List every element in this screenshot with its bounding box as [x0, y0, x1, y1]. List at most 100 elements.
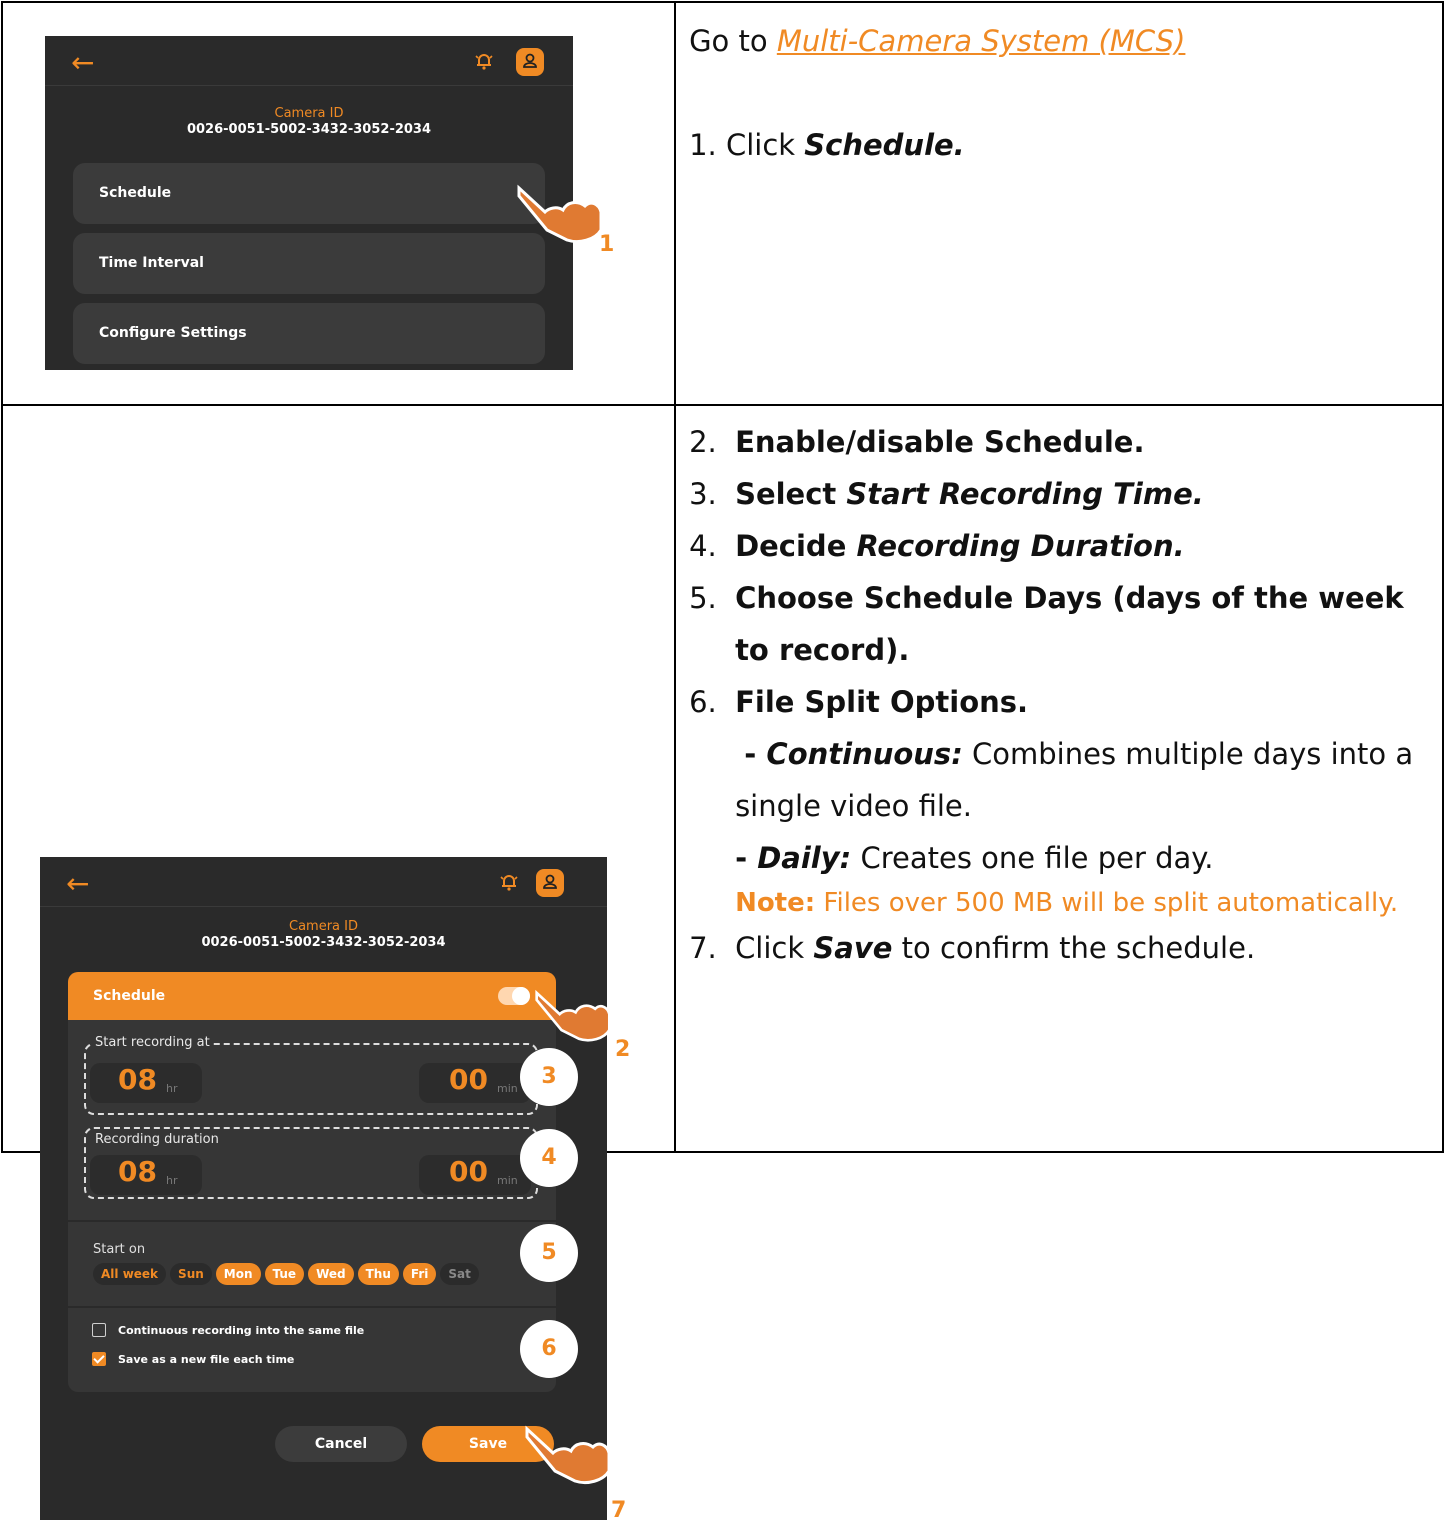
option-daily-description: - Daily: Creates one file per day. [735, 832, 1429, 884]
day-sat[interactable]: Sat [440, 1263, 479, 1285]
minute-unit: min [497, 1082, 518, 1095]
table-row: ← Camera ID 0026-0051-5002-3432-3052-203… [0, 1, 1444, 406]
step-text: Click [735, 931, 814, 965]
user-icon [543, 874, 557, 889]
cancel-button[interactable]: Cancel [275, 1426, 407, 1462]
continuous-checkbox[interactable] [92, 1323, 106, 1337]
top-bar: ← [45, 36, 573, 86]
step-4: 4. Decide Recording Duration. [689, 520, 1429, 572]
step-text: Enable/disable Schedule. [735, 425, 1145, 459]
back-arrow-icon[interactable]: ← [71, 46, 94, 79]
step-marker-3: 3 [520, 1048, 578, 1106]
mcs-link[interactable]: Multi-Camera System (MCS) [777, 24, 1186, 58]
step-number: 2. [689, 425, 717, 459]
note-label: Note: [735, 888, 816, 918]
schedule-card: Schedule Start recording at 08 hr 00 min… [68, 972, 556, 1392]
duration-minute-value: 00 [449, 1155, 488, 1188]
user-icon [523, 53, 537, 68]
hour-unit: hr [166, 1174, 178, 1187]
step-number: 1. [689, 128, 717, 162]
start-hour-value: 08 [118, 1063, 157, 1096]
instruction-text-1: Go to Multi-Camera System (MCS) 1. Click… [689, 15, 1185, 171]
step-target: Save [813, 931, 893, 965]
menu-item-time-interval[interactable]: Time Interval [73, 233, 545, 294]
step-marker-1: 1 [599, 232, 615, 257]
back-arrow-icon[interactable]: ← [66, 867, 89, 900]
day-selector: All week Sun Mon Tue Wed Thu Fri Sat [93, 1263, 479, 1285]
step-3: 3. Select Start Recording Time. [689, 468, 1429, 520]
pointing-hand-icon [517, 184, 603, 244]
pointing-hand-icon [525, 1425, 611, 1485]
schedule-header: Schedule [68, 972, 556, 1020]
step-marker-2: 2 [615, 1037, 631, 1062]
bullet-dash: - [744, 737, 767, 771]
screenshot-cell: ← Camera ID 0026-0051-5002-3432-3052-203… [0, 404, 677, 1523]
duration-hour-value: 08 [118, 1155, 157, 1188]
user-account-button[interactable] [536, 869, 564, 897]
day-wed[interactable]: Wed [308, 1263, 354, 1285]
start-recording-label: Start recording at [93, 1035, 212, 1050]
day-thu[interactable]: Thu [357, 1263, 399, 1285]
schedule-toggle[interactable] [498, 987, 530, 1005]
user-account-button[interactable] [516, 48, 544, 76]
day-mon[interactable]: Mon [215, 1263, 261, 1285]
app-screen-menu: ← Camera ID 0026-0051-5002-3432-3052-203… [45, 36, 573, 370]
step-text: File Split Options. [735, 685, 1029, 719]
step-target: Schedule. [804, 128, 965, 162]
minute-unit: min [497, 1174, 518, 1187]
day-tue[interactable]: Tue [264, 1263, 305, 1285]
option-continuous[interactable]: Continuous recording into the same file [92, 1323, 364, 1337]
schedule-title: Schedule [93, 988, 166, 1004]
step-2: 2. Enable/disable Schedule. [689, 416, 1429, 468]
screenshot-cell: ← Camera ID 0026-0051-5002-3432-3052-203… [0, 1, 677, 406]
goto-prefix: Go to [689, 24, 777, 58]
top-bar: ← [40, 857, 607, 907]
camera-id-value: 0026-0051-5002-3432-3052-2034 [186, 122, 432, 137]
start-minute-value: 00 [449, 1063, 488, 1096]
step-number: 5. [689, 581, 717, 615]
instruction-cell: 2. Enable/disable Schedule. 3. Select Star… [674, 404, 1444, 1153]
step-target: Recording Duration. [856, 529, 1185, 563]
step-number: 6. [689, 685, 717, 719]
divider [68, 1220, 556, 1222]
step-7: 7. Click Save to confirm the schedule. [689, 922, 1429, 974]
new-file-label: Save as a new file each time [118, 1352, 295, 1366]
day-fri[interactable]: Fri [402, 1263, 437, 1285]
new-file-checkbox[interactable] [92, 1352, 106, 1366]
instruction-text-2: 2. Enable/disable Schedule. 3. Select Star… [689, 416, 1429, 974]
table-row: ← Camera ID 0026-0051-5002-3432-3052-203… [0, 404, 1444, 1523]
camera-id-label: Camera ID [289, 919, 358, 934]
step-marker-4: 4 [520, 1129, 578, 1187]
step-text: Select [735, 477, 847, 511]
option-label: Continuous: [766, 737, 963, 771]
step-number: 3. [689, 477, 717, 511]
alarm-bell-icon[interactable] [473, 50, 495, 72]
menu-item-schedule[interactable]: Schedule [73, 163, 545, 224]
day-sun[interactable]: Sun [170, 1263, 212, 1285]
pointing-hand-icon [535, 989, 611, 1042]
step-text: Click [725, 128, 805, 162]
start-on-label: Start on [93, 1242, 146, 1257]
menu-item-configure-settings[interactable]: Configure Settings [73, 303, 545, 364]
camera-id-label: Camera ID [274, 106, 344, 121]
option-label: Daily: [757, 841, 852, 875]
note-text: Files over 500 MB will be split automati… [815, 888, 1399, 918]
day-all-week[interactable]: All week [93, 1263, 167, 1285]
step-marker-5: 5 [520, 1224, 578, 1282]
option-new-file[interactable]: Save as a new file each time [92, 1352, 294, 1366]
step-text: to confirm the schedule. [892, 931, 1256, 965]
option-text: Creates one file per day. [851, 841, 1214, 875]
instruction-cell: Go to Multi-Camera System (MCS) 1. Click… [674, 1, 1444, 406]
step-marker-6: 6 [520, 1320, 578, 1378]
step-marker-7: 7 [611, 1498, 627, 1523]
camera-id-value: 0026-0051-5002-3432-3052-2034 [201, 935, 446, 950]
divider [68, 1306, 556, 1308]
step-5: 5. Choose Schedule Days (days of the week… [689, 572, 1429, 676]
step-text: Choose Schedule Days (days of the week t… [735, 581, 1404, 667]
step-target: Start Recording Time. [846, 477, 1204, 511]
alarm-bell-icon[interactable] [498, 871, 520, 893]
option-continuous-description: - Continuous: Combines multiple days int… [735, 728, 1429, 832]
continuous-label: Continuous recording into the same file [118, 1323, 365, 1337]
instruction-table: ← Camera ID 0026-0051-5002-3432-3052-203… [0, 1, 1444, 1523]
note: Note: Files over 500 MB will be split au… [735, 884, 1429, 922]
